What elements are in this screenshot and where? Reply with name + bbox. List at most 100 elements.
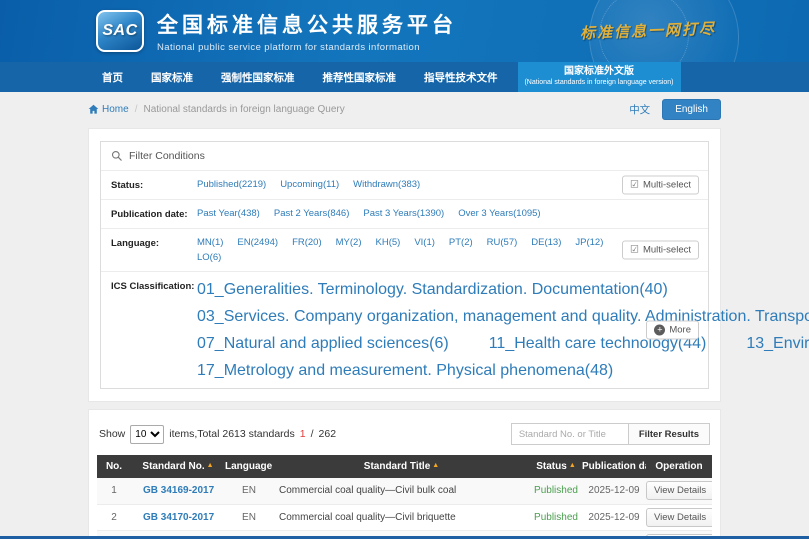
main-nav: 首页国家标准强制性国家标准推荐性国家标准指导性技术文件国家标准外文版(Natio… — [0, 62, 809, 92]
standard-no-link[interactable]: GB 34169-2017 — [143, 485, 214, 496]
filter-option[interactable]: MY(2) — [336, 237, 362, 248]
site-header: SAC 全国标准信息公共服务平台 National public service… — [0, 0, 809, 62]
view-details-button[interactable]: View Details — [646, 481, 712, 500]
status-badge: Published — [534, 512, 578, 523]
home-icon — [88, 104, 99, 115]
view-details-button[interactable]: View Details — [646, 508, 712, 527]
tab-foreign-language-en: (National standards in foreign language … — [524, 79, 673, 88]
standard-no-cell: GB 34169-2017 — [131, 478, 225, 504]
more-button[interactable]: + More — [646, 321, 699, 340]
nav-item-mandatory-national-standards[interactable]: 强制性国家标准 — [207, 62, 309, 92]
column-header-standard-title[interactable]: Standard Title▲ — [273, 455, 530, 478]
multi-select-label: Multi-select — [643, 180, 691, 191]
main-content: Filter Conditions Status:Published(2219)… — [0, 128, 809, 539]
filter-row-language: Language:MN(1)EN(2494)FR(20)MY(2)KH(5)VI… — [101, 228, 708, 271]
title-cell: Commercial coal quality—Civil bulk coal — [273, 478, 530, 504]
language-cell: EN — [225, 504, 273, 530]
filter-option[interactable]: 13_Environment. Health protection. Safet… — [746, 335, 809, 353]
standard-no-link[interactable]: GB 34170-2017 — [143, 512, 214, 523]
filter-option[interactable]: EN(2494) — [237, 237, 278, 248]
row-number: 1 — [97, 478, 131, 504]
sac-logo[interactable]: SAC — [96, 10, 144, 52]
filter-label-status: Status: — [111, 179, 197, 191]
filter-option[interactable]: PT(2) — [449, 237, 473, 248]
filter-option[interactable]: MN(1) — [197, 237, 223, 248]
sort-asc-icon: ▲ — [569, 462, 576, 469]
column-header-operation[interactable]: Operation — [646, 455, 712, 478]
show-label: Show — [99, 428, 125, 440]
site-title-block: 全国标准信息公共服务平台 National public service pla… — [157, 9, 457, 53]
column-header-publication-date[interactable]: Publication date↓ — [582, 455, 646, 478]
operation-cell: View Details — [646, 504, 712, 530]
page-separator: / — [311, 428, 314, 440]
filter-option[interactable]: Past 2 Years(846) — [274, 208, 350, 219]
filter-option[interactable]: 07_Natural and applied sciences(6) — [197, 335, 449, 353]
ics-lines: 01_Generalities. Terminology. Standardiz… — [197, 280, 809, 380]
ics-line: 01_Generalities. Terminology. Standardiz… — [197, 281, 809, 299]
page-size-select[interactable]: 10 — [130, 425, 164, 444]
date-cell: 2025-12-09 — [582, 478, 646, 504]
breadcrumb-separator: / — [135, 104, 138, 115]
filter-option[interactable]: Published(2219) — [197, 179, 266, 190]
sort-asc-icon: ▲ — [432, 462, 439, 469]
filter-option[interactable]: KH(5) — [376, 237, 401, 248]
search-input[interactable] — [511, 423, 629, 445]
column-label: Standard No. — [142, 461, 204, 472]
filter-option[interactable]: VI(1) — [414, 237, 435, 248]
filter-option[interactable]: Upcoming(11) — [280, 179, 339, 190]
filter-option[interactable]: FR(20) — [292, 237, 322, 248]
tab-foreign-language-version[interactable]: 国家标准外文版(National standards in foreign la… — [518, 62, 681, 92]
column-header-standard-no[interactable]: Standard No.▲ — [131, 455, 225, 478]
table-controls: Show 10 items,Total 2613 standards 1 / 2… — [97, 417, 712, 455]
site-subtitle: National public service platform for sta… — [157, 42, 457, 53]
filter-option[interactable]: Over 3 Years(1095) — [458, 208, 540, 219]
results-panel: Show 10 items,Total 2613 standards 1 / 2… — [88, 409, 721, 539]
filter-option[interactable]: 03_Services. Company organization, manag… — [197, 308, 809, 326]
filter-row-publication-date: Publication date:Past Year(438)Past 2 Ye… — [101, 199, 708, 228]
filter-option[interactable]: Withdrawn(383) — [353, 179, 420, 190]
filter-option[interactable]: Past Year(438) — [197, 208, 260, 219]
filter-options-status: Published(2219) Upcoming(11) Withdrawn(383… — [197, 179, 508, 190]
multi-select-button-status[interactable]: ☑Multi-select — [622, 176, 699, 195]
breadcrumb-home-link[interactable]: Home — [88, 104, 129, 115]
filter-box: Filter Conditions Status:Published(2219)… — [100, 141, 709, 389]
nav-item-national-standards[interactable]: 国家标准 — [137, 62, 207, 92]
filter-option[interactable]: Past 3 Years(1390) — [363, 208, 444, 219]
column-header-no[interactable]: No. — [97, 455, 131, 478]
column-label: Publication date — [582, 461, 646, 472]
language-cell: EN — [225, 478, 273, 504]
search-group: Filter Results — [511, 423, 710, 445]
nav-item-guiding-technical-documents[interactable]: 指导性技术文件 — [410, 62, 512, 92]
operation-cell: View Details — [646, 478, 712, 504]
filter-option[interactable]: JP(12) — [575, 237, 603, 248]
filter-row-status: Status:Published(2219) Upcoming(11) Withdr… — [101, 170, 708, 199]
lang-chinese-link[interactable]: 中文 — [629, 102, 650, 117]
sac-logo-text: SAC — [102, 22, 137, 40]
table-header-row: No.Standard No.▲Language▲Standard Title▲… — [97, 455, 712, 478]
nav-item-home[interactable]: 首页 — [88, 62, 137, 92]
filter-option[interactable]: 01_Generalities. Terminology. Standardiz… — [197, 281, 668, 299]
multi-select-button-language[interactable]: ☑ Multi-select — [622, 241, 699, 260]
filter-options-publication-date: Past Year(438) Past 2 Years(846) Past 3 Ye… — [197, 208, 629, 219]
filter-option[interactable]: LO(6) — [197, 252, 221, 263]
filter-rows: Status:Published(2219) Upcoming(11) Withdr… — [101, 170, 708, 271]
filter-option[interactable]: 17_Metrology and measurement. Physical p… — [197, 362, 613, 380]
checkbox-icon: ☑ — [630, 245, 639, 255]
multi-select-label: Multi-select — [643, 245, 691, 256]
nav-item-recommended-national-standards[interactable]: 推荐性国家标准 — [309, 62, 411, 92]
tab-foreign-language-zh: 国家标准外文版 — [564, 66, 634, 79]
filter-option[interactable]: DE(13) — [531, 237, 561, 248]
filter-results-button[interactable]: Filter Results — [628, 423, 710, 445]
ics-line: 07_Natural and applied sciences(6)11_Hea… — [197, 335, 809, 353]
column-label: No. — [106, 461, 122, 472]
breadcrumb: Home / National standards in foreign lan… — [88, 104, 345, 115]
column-label: Standard Title — [364, 461, 431, 472]
column-header-language[interactable]: Language▲ — [225, 455, 273, 478]
filter-panel: Filter Conditions Status:Published(2219)… — [88, 128, 721, 402]
site-title: 全国标准信息公共服务平台 — [157, 9, 457, 39]
column-header-status[interactable]: Status▲ — [530, 455, 582, 478]
filter-option[interactable]: RU(57) — [487, 237, 518, 248]
lang-english-button[interactable]: English — [662, 99, 721, 120]
table-row: 1 GB 34169-2017 ENCommercial coal quality—… — [97, 478, 712, 504]
date-cell: 2025-12-09 — [582, 504, 646, 530]
